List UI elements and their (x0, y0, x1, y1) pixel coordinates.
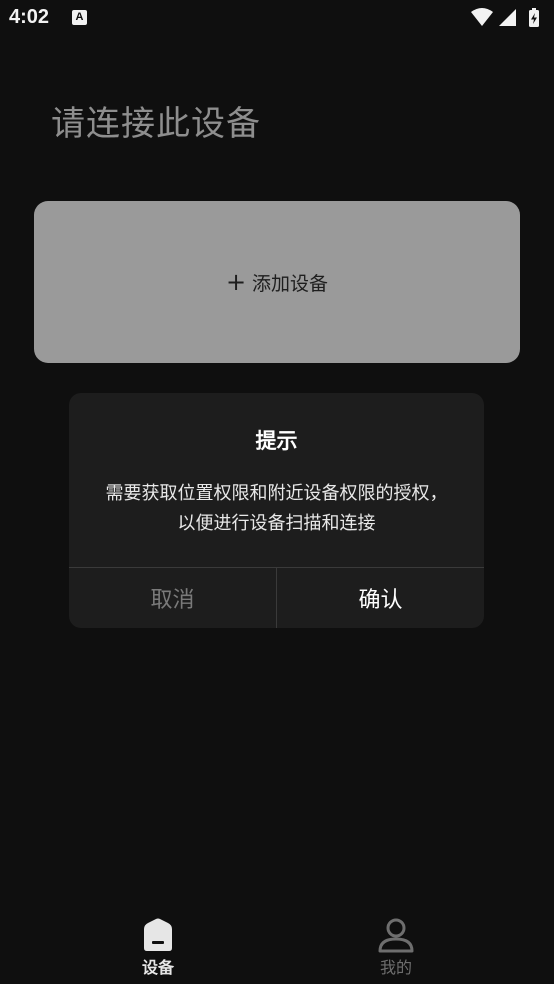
cancel-button[interactable]: 取消 (69, 568, 276, 628)
dialog-message: 需要获取位置权限和附近设备权限的授权，以便进行设备扫描和连接 (105, 483, 448, 534)
dialog-title: 提示 (255, 429, 298, 453)
confirm-button[interactable]: 确认 (277, 568, 484, 628)
add-device-button[interactable]: + 添加设备 (34, 201, 520, 363)
permission-dialog: 提示 需要获取位置权限和附近设备权限的授权，以便进行设备扫描和连接 取消 确认 (69, 393, 484, 628)
tab-mine[interactable]: 我的 (336, 905, 456, 984)
wifi-icon (471, 8, 493, 26)
tab-devices-label: 设备 (141, 958, 174, 977)
status-time: 4:02 (9, 6, 50, 28)
tab-devices[interactable]: 设备 (98, 905, 218, 984)
bottom-tab-bar: 设备 我的 (0, 905, 554, 984)
status-bar: 4:02 A (0, 0, 554, 36)
status-icons (470, 6, 546, 30)
tab-mine-label: 我的 (379, 958, 412, 977)
accessibility-notification-icon: A (72, 10, 87, 25)
device-icon (144, 918, 172, 951)
page-title: 请连接此设备 (51, 104, 261, 144)
add-device-label: 添加设备 (252, 272, 329, 295)
signal-icon (499, 9, 516, 26)
battery-charging-icon (529, 8, 539, 27)
notification-icon-letter: A (75, 11, 84, 23)
plus-icon: + (225, 268, 247, 296)
add-device-card[interactable]: + 添加设备 (34, 201, 520, 363)
person-icon (378, 918, 414, 953)
status-icons-svg (471, 8, 539, 27)
